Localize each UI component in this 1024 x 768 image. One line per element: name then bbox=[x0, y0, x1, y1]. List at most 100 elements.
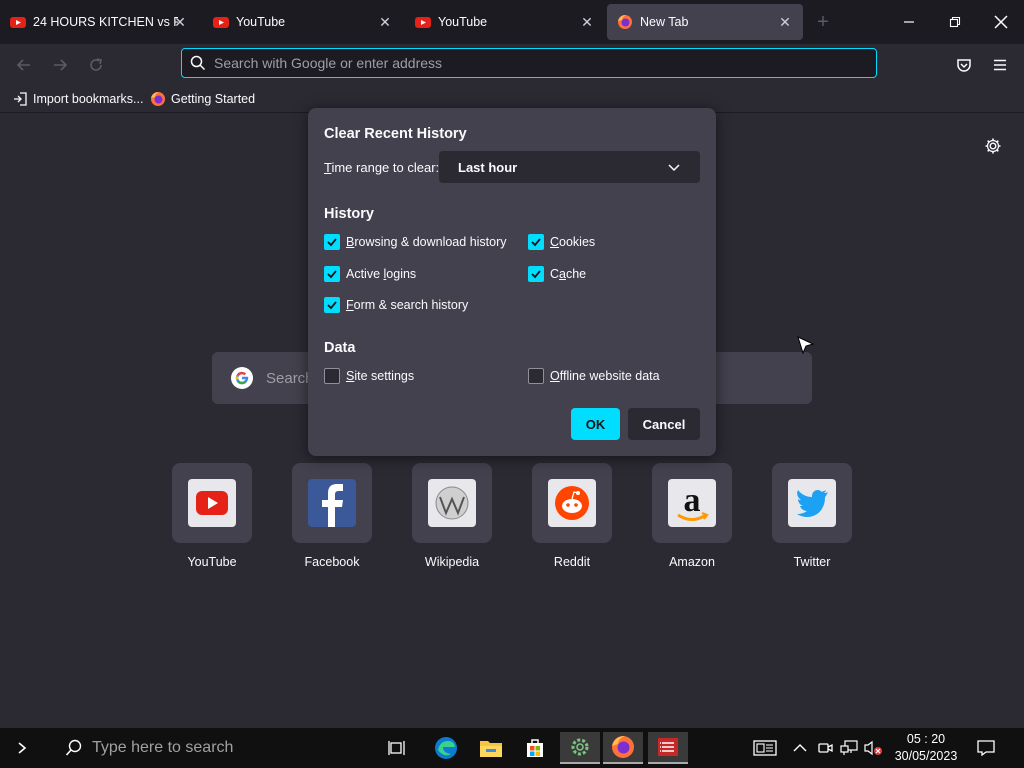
task-view-icon[interactable] bbox=[377, 732, 417, 764]
url-bar[interactable]: Search with Google or enter address bbox=[181, 48, 877, 78]
url-bar-placeholder: Search with Google or enter address bbox=[214, 55, 443, 71]
checkbox-label: Cache bbox=[550, 267, 586, 281]
checkbox-checked[interactable] bbox=[528, 266, 544, 282]
checkbox-cookies[interactable]: Cookies bbox=[528, 233, 595, 251]
firefox-taskbar-icon[interactable] bbox=[603, 732, 643, 764]
clear-history-dialog: Clear Recent History Time range to clear… bbox=[308, 108, 716, 456]
tab-title: 24 HOURS KITCHEN vs ROO bbox=[33, 15, 178, 29]
tab-title: YouTube bbox=[438, 15, 488, 29]
clock-date: 30/05/2023 bbox=[894, 749, 958, 763]
access-key: O bbox=[550, 369, 560, 383]
checkbox-checked[interactable] bbox=[324, 297, 340, 313]
checkbox-label: Active logins bbox=[346, 267, 416, 281]
youtube-icon bbox=[10, 17, 26, 28]
gear-icon[interactable] bbox=[982, 135, 1004, 157]
firefox-icon bbox=[150, 91, 166, 107]
bookmark-label: Getting Started bbox=[171, 92, 256, 106]
checkbox-checked[interactable] bbox=[528, 234, 544, 250]
tab-youtube-1[interactable]: 24 HOURS KITCHEN vs ROO ✕ bbox=[0, 4, 200, 40]
settings-app-icon[interactable] bbox=[560, 732, 600, 764]
pocket-icon[interactable] bbox=[953, 54, 975, 76]
volume-muted-icon[interactable] bbox=[856, 732, 890, 764]
notification-icon[interactable] bbox=[966, 732, 1006, 764]
checkbox-checked[interactable] bbox=[324, 266, 340, 282]
checkbox-checked[interactable] bbox=[324, 234, 340, 250]
search-icon bbox=[65, 739, 82, 756]
import-icon bbox=[12, 91, 28, 107]
system-clock[interactable]: 05 : 20 30/05/2023 bbox=[886, 731, 966, 765]
chevron-right-icon[interactable] bbox=[2, 732, 42, 764]
checkbox-label-text: C bbox=[550, 267, 560, 281]
chevron-down-icon bbox=[668, 164, 680, 172]
youtube-logo bbox=[188, 479, 236, 527]
reddit-logo bbox=[548, 479, 596, 527]
checkbox-site-settings[interactable]: Site settings bbox=[324, 367, 414, 385]
new-tab-plus-icon[interactable]: + bbox=[813, 12, 833, 32]
checkbox-offline-data[interactable]: Offline website data bbox=[528, 367, 660, 385]
wikipedia-logo bbox=[428, 479, 476, 527]
checkbox-label-text: ffline website data bbox=[559, 369, 660, 383]
checkbox-active-logins[interactable]: Active logins bbox=[324, 265, 416, 283]
shortcut-amazon[interactable]: a Amazon bbox=[652, 463, 732, 569]
checkbox-browsing-history[interactable]: Browsing & download history bbox=[324, 233, 507, 251]
checkbox-label: Cookies bbox=[550, 235, 595, 249]
restore-icon[interactable] bbox=[941, 8, 969, 36]
shortcut-reddit[interactable]: Reddit bbox=[532, 463, 612, 569]
microsoft-store-icon[interactable] bbox=[515, 732, 555, 764]
youtube-icon bbox=[213, 17, 229, 28]
close-tab-icon[interactable]: ✕ bbox=[172, 14, 188, 30]
tab-title: YouTube bbox=[236, 15, 286, 29]
hamburger-menu-icon[interactable] bbox=[989, 54, 1011, 76]
time-range-label-text: ime range to clear: bbox=[331, 160, 440, 175]
checkbox-unchecked[interactable] bbox=[324, 368, 340, 384]
shortcut-label: Wikipedia bbox=[424, 555, 480, 569]
bookmark-import[interactable]: Import bookmarks... bbox=[12, 90, 143, 108]
reload-icon[interactable] bbox=[85, 54, 107, 76]
tab-youtube-2[interactable]: YouTube ✕ bbox=[203, 4, 403, 40]
taskbar: Type here to search 05 : 20 30/05/2023 bbox=[0, 728, 1024, 768]
shortcut-wikipedia[interactable]: Wikipedia bbox=[412, 463, 492, 569]
minimize-icon[interactable] bbox=[895, 8, 923, 36]
checkbox-label: Site settings bbox=[346, 369, 414, 383]
google-icon bbox=[231, 367, 253, 389]
shortcut-label: YouTube bbox=[187, 555, 237, 569]
checkbox-label: Form & search history bbox=[346, 298, 468, 312]
shortcut-label: Twitter bbox=[793, 555, 831, 569]
shortcut-label: Amazon bbox=[669, 555, 715, 569]
cancel-button[interactable]: Cancel bbox=[628, 408, 700, 440]
facebook-logo bbox=[308, 479, 356, 527]
shortcut-youtube[interactable]: YouTube bbox=[172, 463, 252, 569]
taskbar-search[interactable]: Type here to search bbox=[46, 728, 376, 768]
checkbox-form-search-history[interactable]: Form & search history bbox=[324, 296, 468, 314]
edge-icon[interactable] bbox=[426, 732, 466, 764]
checkbox-label: Offline website data bbox=[550, 369, 660, 383]
tab-new-tab[interactable]: New Tab ✕ bbox=[607, 4, 803, 40]
tab-title: New Tab bbox=[640, 15, 689, 29]
tab-strip: 24 HOURS KITCHEN vs ROO ✕ YouTube ✕ YouT… bbox=[0, 0, 1024, 44]
news-widget-icon[interactable] bbox=[745, 732, 785, 764]
checkbox-unchecked[interactable] bbox=[528, 368, 544, 384]
checkbox-cache[interactable]: Cache bbox=[528, 265, 586, 283]
back-arrow-icon[interactable] bbox=[13, 54, 35, 76]
close-window-icon[interactable] bbox=[987, 8, 1015, 36]
shortcut-tile bbox=[292, 463, 372, 543]
shortcut-tile bbox=[532, 463, 612, 543]
app-list-icon[interactable] bbox=[648, 732, 688, 764]
checkbox-label-text: Active bbox=[346, 267, 384, 281]
time-range-select[interactable]: Last hour bbox=[439, 151, 700, 183]
forward-arrow-icon[interactable] bbox=[49, 54, 71, 76]
close-tab-icon[interactable]: ✕ bbox=[377, 14, 393, 30]
tab-youtube-3[interactable]: YouTube ✕ bbox=[405, 4, 605, 40]
close-tab-icon[interactable]: ✕ bbox=[777, 14, 793, 30]
ok-button[interactable]: OK bbox=[571, 408, 620, 440]
firefox-icon bbox=[618, 15, 632, 29]
shortcut-facebook[interactable]: Facebook bbox=[292, 463, 372, 569]
shortcut-twitter[interactable]: Twitter bbox=[772, 463, 852, 569]
access-key: a bbox=[559, 267, 566, 281]
bookmark-getting-started[interactable]: Getting Started bbox=[150, 90, 255, 108]
file-explorer-icon[interactable] bbox=[471, 732, 511, 764]
close-tab-icon[interactable]: ✕ bbox=[579, 14, 595, 30]
dialog-title: Clear Recent History bbox=[324, 126, 467, 142]
shortcut-tile bbox=[412, 463, 492, 543]
checkbox-label-text: ite settings bbox=[354, 369, 415, 383]
